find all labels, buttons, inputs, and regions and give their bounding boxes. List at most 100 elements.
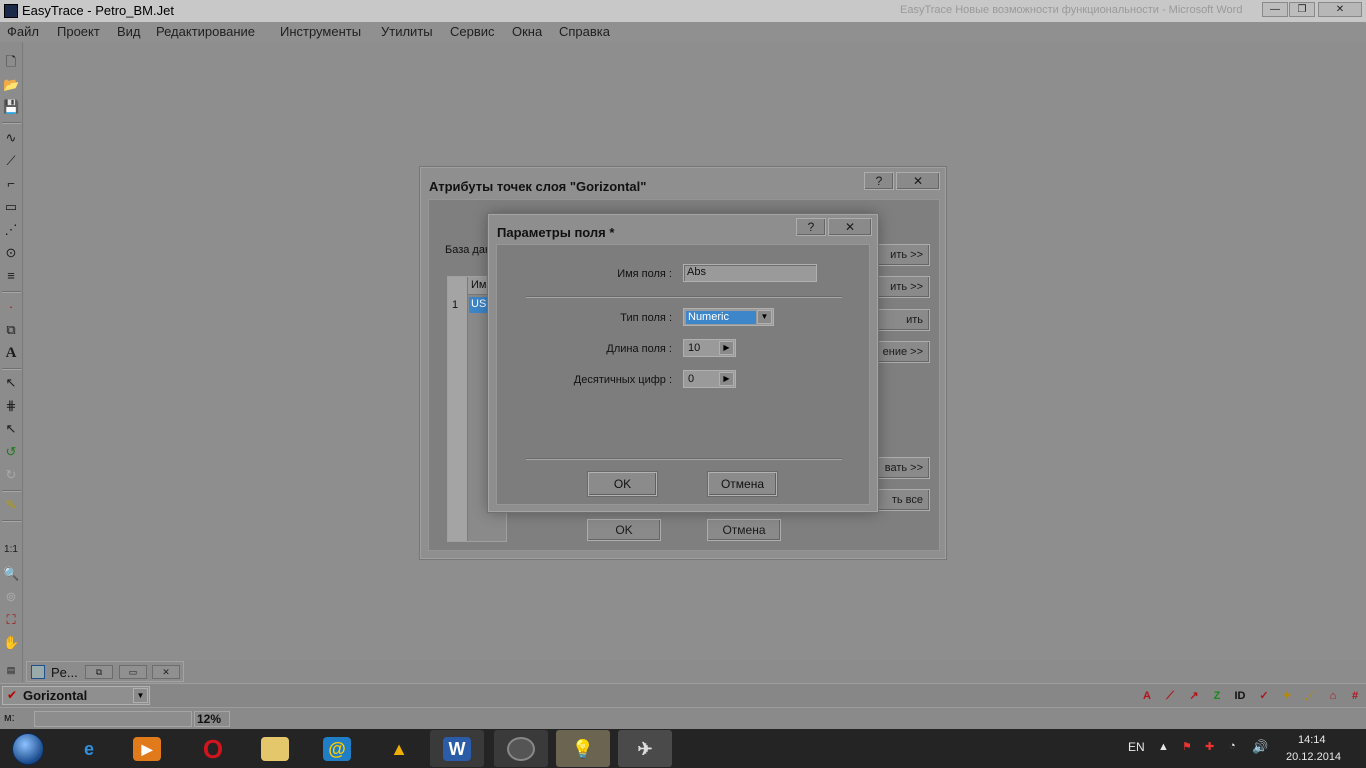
decimals-spinner[interactable]: 0 ▶ [683,370,736,388]
circle-tool-icon[interactable]: ⊙ [3,245,19,261]
menu-utilities[interactable]: Утилиты [381,24,433,39]
menu-service[interactable]: Сервис [450,24,495,39]
decimals-value: 0 [688,373,695,385]
field-length-spinner[interactable]: 10 ▶ [683,339,736,357]
text-tool-icon[interactable]: A [3,345,19,361]
flag-icon[interactable]: ⚑ [1182,740,1192,753]
taskbar-easytrace[interactable]: ✈ [618,730,672,767]
outer-cancel-button[interactable]: Отмена [707,519,781,541]
zoom-extents-icon[interactable]: ⛶ [3,612,19,628]
minimize-icon[interactable]: ▭ [119,665,147,679]
vertex-icon[interactable]: ⋰ [1302,688,1318,704]
chevron-down-icon[interactable]: ▼ [757,310,772,324]
side-button-6[interactable]: ть все [870,489,930,511]
taskbar-explorer[interactable] [248,730,302,767]
start-button[interactable] [2,730,54,767]
dotted-line-tool-icon[interactable]: ⋰ [3,222,19,238]
toolbar-separator [2,490,21,492]
pencil-icon[interactable]: ✎ [3,497,19,513]
minimize-button[interactable]: — [1262,2,1288,17]
taskbar-word[interactable]: W [430,730,484,767]
taskbar-media-player[interactable]: ▶ [120,730,174,767]
taskbar-app-ball[interactable] [494,730,548,767]
field-type-select[interactable]: Numeric ▼ [683,308,774,326]
dialog-help-button[interactable]: ? [864,172,894,190]
taskbar-opera[interactable]: O [186,730,240,767]
language-indicator[interactable]: EN [1128,740,1145,754]
zoom-window-icon[interactable]: ⊚ [3,589,19,605]
rectangle-tool-icon[interactable]: ▭ [3,199,19,215]
chevron-down-icon[interactable]: ▼ [133,688,148,703]
dialog-help-button[interactable]: ? [796,218,826,236]
field-name-label: Имя поля : [617,268,672,280]
antivirus-icon[interactable]: ✚ [1205,740,1214,753]
maximize-button[interactable]: ❐ [1289,2,1315,17]
open-folder-icon[interactable]: 📂 [3,77,19,93]
side-button-1[interactable]: ить >> [870,244,930,266]
new-file-icon[interactable]: 🗋 [3,54,19,70]
hatch-tool-icon[interactable]: ≡ [3,268,19,284]
cancel-button[interactable]: Отмена [708,472,777,496]
layer-select[interactable]: ✔ Gorizontal ▼ [2,686,150,705]
side-button-4[interactable]: ение >> [870,341,930,363]
field-name-input[interactable]: Abs [683,264,817,282]
select-node-icon[interactable]: ↖ [3,421,19,437]
check-icon[interactable]: ✓ [1256,688,1272,704]
home-icon[interactable]: ⌂ [1325,688,1341,704]
window-close-button[interactable]: ✕ [1318,2,1362,17]
restore-icon[interactable]: ⧉ [85,665,113,679]
menu-view[interactable]: Вид [117,24,141,39]
scale-label: м: [4,712,15,724]
clock-date[interactable]: 20.12.2014 [1286,751,1341,763]
undo-arrow-icon[interactable]: ↺ [3,444,19,460]
menu-project[interactable]: Проект [57,24,100,39]
folder-icon [261,737,289,761]
dialog-close-button[interactable]: ✕ [828,218,872,236]
taskbar-internet-explorer[interactable]: e [62,730,116,767]
spinner-arrow-icon[interactable]: ▶ [719,341,734,355]
taskbar-app-bulb[interactable]: 💡 [556,730,610,767]
zoom-icon[interactable]: 🔍 [3,566,19,582]
menu-file[interactable]: Файл [7,24,39,39]
polyline-tool-icon[interactable]: ⟋ [3,153,19,169]
menu-windows[interactable]: Окна [512,24,542,39]
redo-arrow-icon[interactable]: ↻ [3,467,19,483]
spinner-arrow-icon[interactable]: ▶ [719,372,734,386]
triangle-app-icon: ▲ [390,739,408,759]
node-icon[interactable]: ✦ [1279,688,1295,704]
side-button-3[interactable]: ить [870,309,930,331]
document-tab[interactable]: Pe... ⧉ ▭ ✕ [26,661,184,682]
tray-expand-icon[interactable]: ▲ [1158,741,1169,753]
dialog-close-button[interactable]: ✕ [896,172,940,190]
select-arrow-icon[interactable]: ↖ [3,375,19,391]
pan-hand-icon[interactable]: ✋ [3,635,19,651]
save-icon[interactable]: 💾 [3,99,19,115]
grid-icon[interactable]: # [1347,688,1363,704]
volume-icon[interactable]: 🔊 [1252,739,1268,755]
side-button-2[interactable]: ить >> [870,276,930,298]
ok-button[interactable]: OK [588,472,657,496]
taskbar-mail[interactable]: @ [310,730,364,767]
attribute-icon[interactable]: A [1139,688,1155,704]
wifi-icon[interactable]: ◔ [1229,740,1236,752]
side-button-5[interactable]: вать >> [870,457,930,479]
menu-tools[interactable]: Инструменты [280,24,361,39]
menu-help[interactable]: Справка [559,24,610,39]
close-icon[interactable]: ✕ [152,665,180,679]
coordinates-field [34,711,192,727]
outer-ok-button[interactable]: OK [587,519,661,541]
clock-time[interactable]: 14:14 [1298,734,1326,746]
taskbar-app-triangle[interactable]: ▲ [372,730,426,767]
id-icon[interactable]: ID [1232,688,1248,704]
point-tool-icon[interactable]: · [3,299,19,315]
menu-edit[interactable]: Редактирование [156,24,255,39]
measure-icon[interactable]: ▤ [3,662,19,678]
symbol-tool-icon[interactable]: ⧉ [3,322,19,338]
line-edit-icon[interactable]: ⟋ [1162,688,1178,704]
snap-icon[interactable]: ↗ [1186,688,1202,704]
scale-1-1-button[interactable]: 1:1 [3,542,19,558]
z-value-icon[interactable]: Z [1209,688,1225,704]
step-line-tool-icon[interactable]: ⌐ [3,176,19,192]
curve-tool-icon[interactable]: ∿ [3,130,19,146]
select-vertices-icon[interactable]: ⋕ [3,398,19,414]
